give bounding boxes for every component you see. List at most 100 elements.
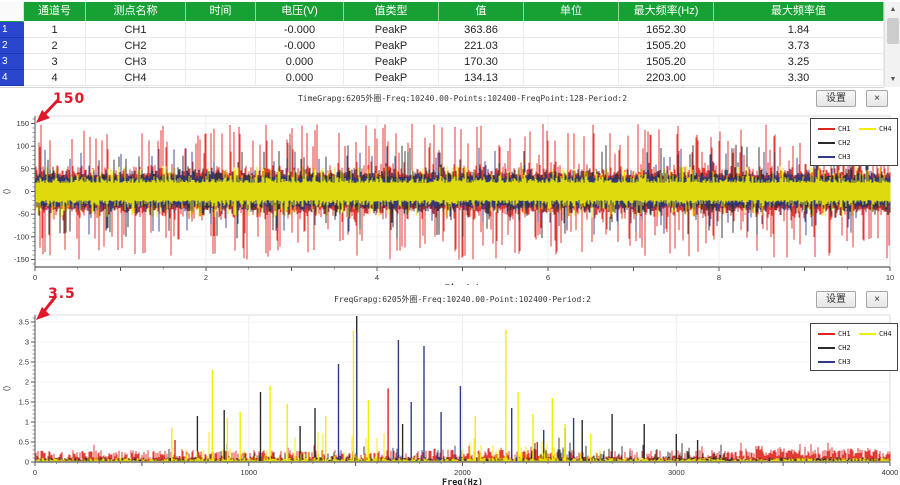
svg-text:1: 1 (25, 418, 29, 427)
svg-text:-50: -50 (18, 210, 29, 219)
legend-label-ch2: CH2 (838, 344, 851, 352)
cell-value-type[interactable]: PeakP (344, 22, 439, 38)
scrollbar-thumb[interactable] (887, 18, 899, 44)
svg-text:-100: -100 (14, 232, 29, 241)
freq-chart-legend: CH1 CH2 CH3 CH4 (810, 323, 898, 371)
svg-text:1.5: 1.5 (19, 398, 29, 407)
cell-voltage[interactable]: 0.000 (256, 54, 344, 70)
row-selector-3[interactable]: 3 (0, 54, 24, 70)
legend-label-ch3: CH3 (838, 153, 851, 161)
col-header-unit: 单位 (524, 2, 619, 21)
row-selector-4[interactable]: 4 (0, 70, 24, 86)
cell-channel-no[interactable]: 3 (24, 54, 86, 70)
cell-max-freq-value[interactable]: 1.84 (714, 22, 884, 38)
col-header-max-freq: 最大频率(Hz) (619, 2, 714, 21)
cell-time[interactable] (186, 70, 256, 86)
cell-voltage[interactable]: -0.000 (256, 38, 344, 54)
col-header-voltage: 电压(V) (256, 2, 344, 21)
cell-value-type[interactable]: PeakP (344, 38, 439, 54)
cell-max-freq[interactable]: 1652.30 (619, 22, 714, 38)
svg-text:(): () (2, 189, 11, 195)
svg-text:4: 4 (375, 273, 379, 282)
legend-label-ch3: CH3 (838, 358, 851, 366)
col-header-max-freq-value: 最大频率值 (714, 2, 884, 21)
svg-text:2000: 2000 (454, 468, 471, 477)
col-header-time: 时间 (186, 2, 256, 21)
row-selector-1[interactable]: 1 (0, 22, 24, 38)
cell-unit[interactable] (524, 38, 619, 54)
svg-text:(): () (2, 386, 11, 392)
legend-swatch-ch1 (818, 333, 835, 335)
settings-button[interactable]: 设置 (816, 90, 856, 107)
svg-text:6: 6 (546, 273, 550, 282)
legend-swatch-ch3 (818, 156, 835, 158)
cell-unit[interactable] (524, 22, 619, 38)
col-header-point-name: 测点名称 (86, 2, 186, 21)
legend-swatch-ch4 (859, 128, 876, 130)
svg-text:0: 0 (33, 468, 37, 477)
cell-time[interactable] (186, 38, 256, 54)
cell-point-name[interactable]: CH1 (86, 22, 186, 38)
svg-text:50: 50 (21, 164, 29, 173)
cell-max-freq-value[interactable]: 3.73 (714, 38, 884, 54)
legend-swatch-ch3 (818, 361, 835, 363)
cell-channel-no[interactable]: 1 (24, 22, 86, 38)
freq-chart-canvas[interactable]: 00.511.522.533.501000200030004000Freq(Hz… (0, 285, 900, 485)
legend-swatch-ch1 (818, 128, 835, 130)
legend-swatch-ch2 (818, 347, 835, 349)
cell-max-freq-value[interactable]: 3.25 (714, 54, 884, 70)
cell-channel-no[interactable]: 2 (24, 38, 86, 54)
table-corner-cell (0, 2, 24, 22)
legend-item-ch2: CH2 (818, 343, 851, 353)
cell-time[interactable] (186, 54, 256, 70)
legend-swatch-ch2 (818, 142, 835, 144)
svg-text:0: 0 (33, 273, 37, 282)
time-chart-title: TimeGrapg:6205外圈-Freq:10240.00-Points:10… (35, 93, 890, 104)
legend-item-ch4: CH4 (859, 329, 892, 339)
cell-unit[interactable] (524, 70, 619, 86)
freq-chart-title: FreqGrapg:6205外圈-Freq:10240.00-Point:102… (35, 294, 890, 305)
legend-label-ch2: CH2 (838, 139, 851, 147)
cell-value[interactable]: 134.13 (439, 70, 524, 86)
svg-text:8: 8 (717, 273, 721, 282)
cell-point-name[interactable]: CH2 (86, 38, 186, 54)
legend-label-ch1: CH1 (838, 125, 851, 133)
legend-item-ch2: CH2 (818, 138, 851, 148)
svg-text:2.5: 2.5 (19, 358, 29, 367)
cell-time[interactable] (186, 22, 256, 38)
cell-voltage[interactable]: -0.000 (256, 22, 344, 38)
legend-label-ch4: CH4 (879, 125, 892, 133)
cell-value-type[interactable]: PeakP (344, 54, 439, 70)
time-chart-legend: CH1 CH2 CH3 CH4 (810, 118, 898, 166)
table-scrollbar[interactable]: ▲ ▼ (884, 2, 900, 87)
annotation-arrow-icon (28, 92, 78, 132)
legend-swatch-ch4 (859, 333, 876, 335)
channel-table: 通道号 测点名称 时间 电压(V) 值类型 值 单位 最大频率(Hz) 最大频率… (0, 2, 884, 88)
cell-max-freq[interactable]: 2203.00 (619, 70, 714, 86)
cell-value-type[interactable]: PeakP (344, 70, 439, 86)
cell-value[interactable]: 170.30 (439, 54, 524, 70)
settings-button[interactable]: 设置 (816, 291, 856, 308)
cell-point-name[interactable]: CH3 (86, 54, 186, 70)
scroll-down-icon[interactable]: ▼ (885, 72, 900, 87)
col-header-value: 值 (439, 2, 524, 21)
cell-channel-no[interactable]: 4 (24, 70, 86, 86)
cell-unit[interactable] (524, 54, 619, 70)
svg-text:100: 100 (16, 142, 29, 151)
close-button[interactable]: × (866, 291, 888, 308)
cell-value[interactable]: 221.03 (439, 38, 524, 54)
row-selector-2[interactable]: 2 (0, 38, 24, 54)
cell-max-freq-value[interactable]: 3.30 (714, 70, 884, 86)
cell-value[interactable]: 363.86 (439, 22, 524, 38)
svg-text:2: 2 (25, 378, 29, 387)
cell-max-freq[interactable]: 1505.20 (619, 38, 714, 54)
time-chart-panel: 150100500-50-100-1500246810Time(s)() Tim… (0, 88, 900, 285)
svg-text:1000: 1000 (240, 468, 257, 477)
col-header-channel-no: 通道号 (24, 2, 86, 21)
cell-max-freq[interactable]: 1505.20 (619, 54, 714, 70)
scroll-up-icon[interactable]: ▲ (885, 2, 900, 17)
time-chart-canvas[interactable]: 150100500-50-100-1500246810Time(s)() (0, 88, 900, 285)
cell-point-name[interactable]: CH4 (86, 70, 186, 86)
close-button[interactable]: × (866, 90, 888, 107)
cell-voltage[interactable]: 0.000 (256, 70, 344, 86)
